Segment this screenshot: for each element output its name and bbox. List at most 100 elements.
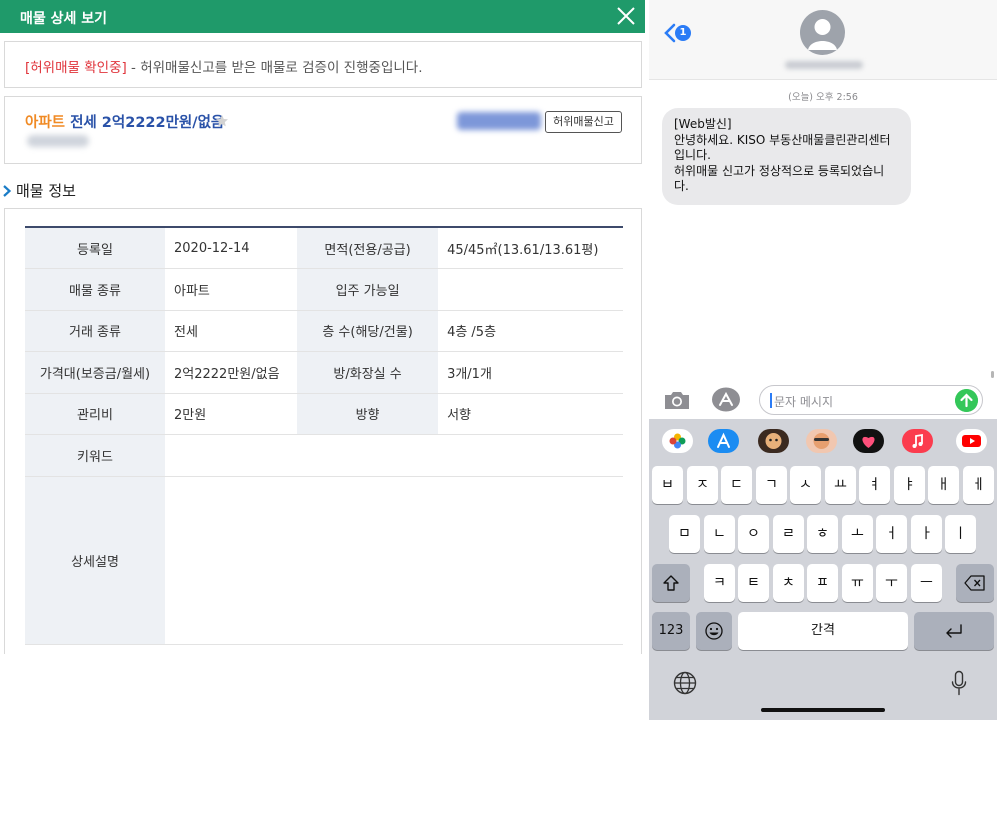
person-icon — [808, 19, 837, 50]
shift-icon — [663, 575, 679, 591]
notice-tag: [허위매물 확인중] — [25, 60, 127, 76]
reg-date-value: 2020-12-14 — [165, 227, 298, 269]
delete-icon — [964, 575, 985, 591]
listing-info-box: 등록일 2020-12-14 면적(전용/공급) 45/45㎡(13.61/13… — [4, 208, 642, 654]
shift-key[interactable] — [652, 564, 690, 602]
desc-value — [165, 476, 623, 645]
return-key[interactable] — [914, 612, 994, 650]
keyboard: ㅂ ㅈ ㄷ ㄱ ㅅ ㅛ ㅕ ㅑ ㅐ ㅔ ㅁ ㄴ ㅇ ㄹ ㅎ ㅗ ㅓ ㅏ ㅣ ㅋ … — [649, 419, 997, 720]
key[interactable]: ㅇ — [738, 515, 769, 553]
message-composer: 문자 메시지 — [649, 379, 997, 419]
star-icon[interactable] — [215, 114, 229, 128]
key[interactable]: ㅡ — [911, 564, 942, 602]
key[interactable]: ㅅ — [790, 466, 821, 504]
bubble-line: 안녕하세요. KISO 부동산매물클린관리센터 — [674, 132, 891, 147]
keyword-label: 키워드 — [25, 434, 165, 477]
home-indicator[interactable] — [761, 708, 885, 712]
delete-key[interactable] — [956, 564, 994, 602]
key[interactable]: ㅈ — [687, 466, 718, 504]
microphone-icon[interactable] — [951, 670, 967, 696]
movein-label: 입주 가능일 — [297, 268, 439, 311]
key[interactable]: ㅓ — [876, 515, 907, 553]
digital-touch-app-icon[interactable] — [853, 429, 884, 453]
fee-value: 2만원 — [165, 393, 298, 435]
input-placeholder: 문자 메시지 — [774, 395, 834, 409]
key[interactable]: ㅏ — [911, 515, 942, 553]
floor-label: 층 수(해당/건물) — [297, 310, 439, 352]
key[interactable]: ㅠ — [842, 564, 873, 602]
key[interactable]: ㅕ — [859, 466, 890, 504]
appstore-icon[interactable] — [711, 387, 741, 412]
reg-date-label: 등록일 — [25, 227, 165, 269]
false-listing-notice: [허위매물 확인중] - 허위매물신고를 받은 매물로 검증이 진행중입니다. — [4, 41, 642, 88]
table-row: 키워드 — [25, 434, 623, 477]
key[interactable]: ㅍ — [807, 564, 838, 602]
youtube-app-icon[interactable] — [956, 429, 987, 453]
key[interactable]: ㅊ — [773, 564, 804, 602]
numbers-key[interactable]: 123 — [652, 612, 690, 650]
report-false-listing-button[interactable]: 허위매물신고 — [545, 111, 622, 133]
conversation-header: 1 — [649, 0, 997, 80]
desc-label: 상세설명 — [25, 476, 165, 645]
music-app-icon[interactable] — [902, 429, 933, 453]
text-caret — [770, 393, 772, 408]
space-key[interactable]: 간격 — [738, 612, 908, 650]
key[interactable]: ㅂ — [652, 466, 683, 504]
message-bubble[interactable]: [Web발신] 안녕하세요. KISO 부동산매물클린관리센터 입니다. 허위매… — [662, 108, 911, 205]
avatar[interactable] — [800, 10, 845, 55]
key[interactable]: ㄷ — [721, 466, 752, 504]
table-row: 가격대(보증금/월세) 2억2222만원/없음 방/화장실 수 3개/1개 — [25, 351, 623, 394]
kind-label: 매물 종류 — [25, 268, 165, 311]
direction-label: 방향 — [297, 393, 439, 435]
message-timestamp: (오늘) 오후 2:56 — [788, 92, 858, 103]
kind-value: 아파트 — [165, 268, 298, 311]
key[interactable]: ㄴ — [704, 515, 735, 553]
memoji-app-icon[interactable] — [758, 429, 789, 453]
blurred-contact-name — [785, 61, 863, 69]
listing-type: 아파트 — [25, 115, 66, 131]
globe-icon[interactable] — [673, 671, 697, 695]
bubble-line: [Web발신] — [674, 117, 732, 131]
notice-text: - 허위매물신고를 받은 매물로 검증이 진행중입니다. — [126, 60, 423, 76]
unread-badge: 1 — [675, 25, 691, 41]
section-title: 매물 정보 — [2, 180, 76, 201]
key[interactable]: ㅁ — [669, 515, 700, 553]
emoji-key[interactable] — [696, 612, 732, 650]
trade-value: 전세 — [165, 310, 298, 352]
key[interactable]: ㅑ — [894, 466, 925, 504]
close-icon[interactable] — [615, 5, 637, 27]
table-row: 상세설명 — [25, 476, 623, 645]
messages-screen: 1 (오늘) 오후 2:56 [Web발신] 안녕하세요. KISO 부동산매물… — [649, 0, 997, 720]
trade-label: 거래 종류 — [25, 310, 165, 352]
key[interactable]: ㅣ — [945, 515, 976, 553]
key[interactable]: ㅔ — [963, 466, 994, 504]
direction-value: 서향 — [438, 393, 623, 435]
key[interactable]: ㅎ — [807, 515, 838, 553]
area-label: 면적(전용/공급) — [297, 227, 439, 269]
send-arrow-icon[interactable] — [955, 389, 978, 412]
bubble-line: 입니다. — [674, 148, 711, 163]
imessage-app-row — [649, 419, 997, 465]
listing-headline: 아파트 전세 2억2222만원/없음 — [25, 111, 224, 132]
table-row: 매물 종류 아파트 입주 가능일 — [25, 268, 623, 311]
appstore-app-icon[interactable] — [708, 429, 739, 453]
scroll-indicator — [991, 371, 994, 378]
area-value: 45/45㎡(13.61/13.61평) — [438, 227, 623, 269]
key[interactable]: ㄱ — [756, 466, 787, 504]
photos-app-icon[interactable] — [662, 429, 693, 453]
keyword-value — [165, 434, 623, 477]
emoji-icon — [705, 622, 723, 640]
return-icon — [946, 624, 962, 638]
key[interactable]: ㅛ — [825, 466, 856, 504]
camera-icon[interactable] — [663, 389, 691, 411]
memoji-stickers-app-icon[interactable] — [806, 429, 837, 453]
key[interactable]: ㅌ — [738, 564, 769, 602]
key[interactable]: ㅐ — [928, 466, 959, 504]
key[interactable]: ㅜ — [876, 564, 907, 602]
message-input[interactable]: 문자 메시지 — [759, 385, 983, 415]
key[interactable]: ㅗ — [842, 515, 873, 553]
blurred-button[interactable] — [457, 112, 541, 130]
bubble-line: 허위매물 신고가 정상적으로 등록되었습니 — [674, 163, 885, 178]
key[interactable]: ㅋ — [704, 564, 735, 602]
key[interactable]: ㄹ — [773, 515, 804, 553]
